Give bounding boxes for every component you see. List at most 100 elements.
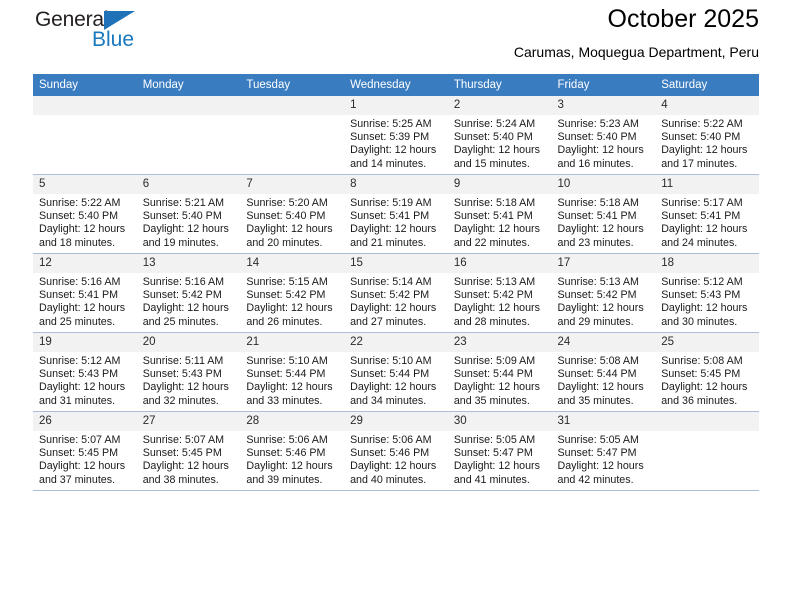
- calendar-day-cell[interactable]: 21 Sunrise: 5:10 AM Sunset: 5:44 PM Dayligh…: [240, 332, 345, 412]
- day-details: Sunrise: 5:10 AM Sunset: 5:44 PM Daylight:…: [240, 352, 344, 408]
- sunrise-text: Sunrise: 5:08 AM: [661, 355, 743, 367]
- daylight-text-line1: Daylight: 12 hours: [39, 302, 126, 315]
- calendar-day-cell[interactable]: 19 Sunrise: 5:12 AM Sunset: 5:43 PM Dayligh…: [33, 332, 137, 412]
- calendar-day-cell[interactable]: 2 Sunrise: 5:24 AM Sunset: 5:40 PM Daylight…: [447, 96, 552, 175]
- day-details: Sunrise: 5:11 AM Sunset: 5:43 PM Daylight:…: [137, 352, 241, 408]
- calendar-day-cell[interactable]: 23 Sunrise: 5:09 AM Sunset: 5:44 PM Dayligh…: [447, 332, 552, 412]
- calendar-day-cell[interactable]: 8 Sunrise: 5:19 AM Sunset: 5:41 PM Daylight…: [344, 174, 448, 254]
- calendar-day-cell[interactable]: 4 Sunrise: 5:22 AM Sunset: 5:40 PM Daylight…: [655, 96, 759, 175]
- weekday-header-monday: Monday: [136, 74, 241, 96]
- calendar-day-cell[interactable]: 5 Sunrise: 5:22 AM Sunset: 5:40 PM Daylight…: [33, 174, 137, 254]
- sunset-text: Sunset: 5:40 PM: [557, 131, 637, 144]
- daylight-text-line1: Daylight: 12 hours: [39, 381, 126, 394]
- day-details: Sunrise: 5:13 AM Sunset: 5:42 PM Daylight:…: [448, 273, 552, 329]
- calendar-day-cell[interactable]: 6 Sunrise: 5:21 AM Sunset: 5:40 PM Daylight…: [136, 174, 241, 254]
- calendar-week-row: 12 Sunrise: 5:16 AM Sunset: 5:41 PM Dayligh…: [33, 253, 759, 333]
- sunrise-text: Sunrise: 5:22 AM: [661, 118, 743, 130]
- daylight-text-line2: and 19 minutes.: [142, 236, 219, 249]
- calendar-day-cell[interactable]: 29 Sunrise: 5:06 AM Sunset: 5:46 PM Dayligh…: [344, 411, 448, 491]
- day-details: Sunrise: 5:24 AM Sunset: 5:40 PM Daylight:…: [448, 115, 552, 171]
- day-number: 29: [344, 412, 448, 431]
- day-details: Sunrise: 5:07 AM Sunset: 5:45 PM Daylight:…: [33, 431, 137, 487]
- day-details: Sunrise: 5:22 AM Sunset: 5:40 PM Daylight:…: [655, 115, 759, 171]
- weekday-header-sunday: Sunday: [33, 74, 137, 96]
- sunrise-text: Sunrise: 5:12 AM: [661, 276, 743, 288]
- day-number: 20: [136, 333, 241, 352]
- day-details: Sunrise: 5:17 AM Sunset: 5:41 PM Daylight:…: [655, 194, 759, 250]
- sunrise-text: Sunrise: 5:15 AM: [246, 276, 328, 288]
- day-number: 14: [240, 254, 345, 273]
- calendar-day-cell[interactable]: 25 Sunrise: 5:08 AM Sunset: 5:45 PM Dayligh…: [655, 332, 759, 412]
- calendar-day-cell[interactable]: 1 Sunrise: 5:25 AM Sunset: 5:39 PM Daylight…: [344, 96, 448, 175]
- calendar-day-cell[interactable]: 18 Sunrise: 5:12 AM Sunset: 5:43 PM Dayligh…: [655, 253, 759, 333]
- sunrise-text: Sunrise: 5:24 AM: [453, 118, 536, 130]
- daylight-text-line2: and 40 minutes.: [350, 473, 427, 486]
- sunrise-text: Sunrise: 5:07 AM: [142, 434, 225, 446]
- sunset-text: Sunset: 5:44 PM: [453, 368, 533, 381]
- day-number: 8: [344, 175, 448, 194]
- day-details: Sunrise: 5:16 AM Sunset: 5:42 PM Daylight:…: [137, 273, 241, 329]
- daylight-text-line2: and 24 minutes.: [661, 236, 738, 249]
- calendar-day-cell[interactable]: 26 Sunrise: 5:07 AM Sunset: 5:45 PM Dayligh…: [33, 411, 137, 491]
- daylight-text-line2: and 31 minutes.: [39, 394, 116, 407]
- title-block: October 2025 Carumas, Moquegua Departmen…: [514, 0, 759, 59]
- daylight-text-line2: and 18 minutes.: [39, 236, 116, 249]
- calendar-day-cell[interactable]: 16 Sunrise: 5:13 AM Sunset: 5:42 PM Dayligh…: [447, 253, 552, 333]
- day-details: Sunrise: 5:13 AM Sunset: 5:42 PM Daylight:…: [552, 273, 656, 329]
- calendar-day-cell[interactable]: 30 Sunrise: 5:05 AM Sunset: 5:47 PM Dayligh…: [447, 411, 552, 491]
- daylight-text-line1: Daylight: 12 hours: [39, 223, 126, 236]
- daylight-text-line2: and 20 minutes.: [246, 236, 323, 249]
- daylight-text-line1: Daylight: 12 hours: [453, 381, 540, 394]
- calendar-day-cell[interactable]: 31 Sunrise: 5:05 AM Sunset: 5:47 PM Dayligh…: [551, 411, 656, 491]
- calendar-day-cell[interactable]: 20 Sunrise: 5:11 AM Sunset: 5:43 PM Dayligh…: [136, 332, 241, 412]
- day-number: 22: [344, 333, 448, 352]
- daylight-text-line2: and 21 minutes.: [350, 236, 427, 249]
- daylight-text-line2: and 17 minutes.: [661, 157, 738, 170]
- calendar-day-cell[interactable]: 22 Sunrise: 5:10 AM Sunset: 5:44 PM Dayligh…: [344, 332, 448, 412]
- day-number: 7: [240, 175, 345, 194]
- calendar-day-cell[interactable]: 3 Sunrise: 5:23 AM Sunset: 5:40 PM Daylight…: [551, 96, 656, 175]
- daylight-text-line1: Daylight: 12 hours: [350, 223, 437, 236]
- sunset-text: Sunset: 5:42 PM: [142, 289, 222, 302]
- calendar-day-cell[interactable]: 14 Sunrise: 5:15 AM Sunset: 5:42 PM Dayligh…: [240, 253, 345, 333]
- calendar-day-cell[interactable]: 17 Sunrise: 5:13 AM Sunset: 5:42 PM Dayligh…: [551, 253, 656, 333]
- calendar-day-cell[interactable]: 11 Sunrise: 5:17 AM Sunset: 5:41 PM Dayligh…: [655, 174, 759, 254]
- calendar-day-cell[interactable]: 28 Sunrise: 5:06 AM Sunset: 5:46 PM Dayligh…: [240, 411, 345, 491]
- sunrise-text: Sunrise: 5:16 AM: [142, 276, 225, 288]
- sunset-text: Sunset: 5:45 PM: [39, 447, 119, 460]
- calendar-day-cell[interactable]: 24 Sunrise: 5:08 AM Sunset: 5:44 PM Dayligh…: [551, 332, 656, 412]
- calendar-week-row: 1 Sunrise: 5:25 AM Sunset: 5:39 PM Daylight…: [33, 96, 759, 175]
- daylight-text-line1: Daylight: 12 hours: [350, 381, 437, 394]
- day-number: 10: [551, 175, 656, 194]
- daylight-text-line2: and 14 minutes.: [350, 157, 427, 170]
- sunrise-text: Sunrise: 5:20 AM: [246, 197, 328, 209]
- calendar-day-cell[interactable]: 7 Sunrise: 5:20 AM Sunset: 5:40 PM Daylight…: [240, 174, 345, 254]
- daylight-text-line2: and 38 minutes.: [142, 473, 219, 486]
- day-number: 1: [344, 96, 448, 115]
- calendar-day-cell[interactable]: 10 Sunrise: 5:18 AM Sunset: 5:41 PM Dayligh…: [551, 174, 656, 254]
- sunrise-text: Sunrise: 5:11 AM: [142, 355, 224, 367]
- calendar-day-cell[interactable]: 9 Sunrise: 5:18 AM Sunset: 5:41 PM Daylight…: [447, 174, 552, 254]
- day-number: 15: [344, 254, 448, 273]
- day-details: Sunrise: 5:05 AM Sunset: 5:47 PM Daylight:…: [448, 431, 552, 487]
- sunset-text: Sunset: 5:43 PM: [142, 368, 222, 381]
- calendar-day-cell[interactable]: 15 Sunrise: 5:14 AM Sunset: 5:42 PM Dayligh…: [344, 253, 448, 333]
- calendar-day-cell[interactable]: 13 Sunrise: 5:16 AM Sunset: 5:42 PM Dayligh…: [136, 253, 241, 333]
- calendar-day-cell[interactable]: 12 Sunrise: 5:16 AM Sunset: 5:41 PM Dayligh…: [33, 253, 137, 333]
- sunset-text: Sunset: 5:42 PM: [350, 289, 430, 302]
- day-number: 13: [136, 254, 241, 273]
- day-details: Sunrise: 5:09 AM Sunset: 5:44 PM Daylight:…: [448, 352, 552, 408]
- page-header: General Blue October 2025 Carumas, Moque…: [33, 0, 759, 74]
- daylight-text-line1: Daylight: 12 hours: [350, 302, 437, 315]
- sunset-text: Sunset: 5:44 PM: [350, 368, 430, 381]
- sunset-text: Sunset: 5:40 PM: [39, 210, 119, 223]
- daylight-text-line1: Daylight: 12 hours: [350, 144, 437, 157]
- day-details: Sunrise: 5:06 AM Sunset: 5:46 PM Daylight:…: [240, 431, 344, 487]
- daylight-text-line1: Daylight: 12 hours: [453, 302, 540, 315]
- day-number: 27: [136, 412, 241, 431]
- calendar-empty-cell: [136, 96, 241, 175]
- daylight-text-line1: Daylight: 12 hours: [557, 144, 644, 157]
- calendar-day-cell[interactable]: 27 Sunrise: 5:07 AM Sunset: 5:45 PM Dayligh…: [136, 411, 241, 491]
- sunrise-text: Sunrise: 5:10 AM: [246, 355, 328, 367]
- daylight-text-line2: and 32 minutes.: [142, 394, 219, 407]
